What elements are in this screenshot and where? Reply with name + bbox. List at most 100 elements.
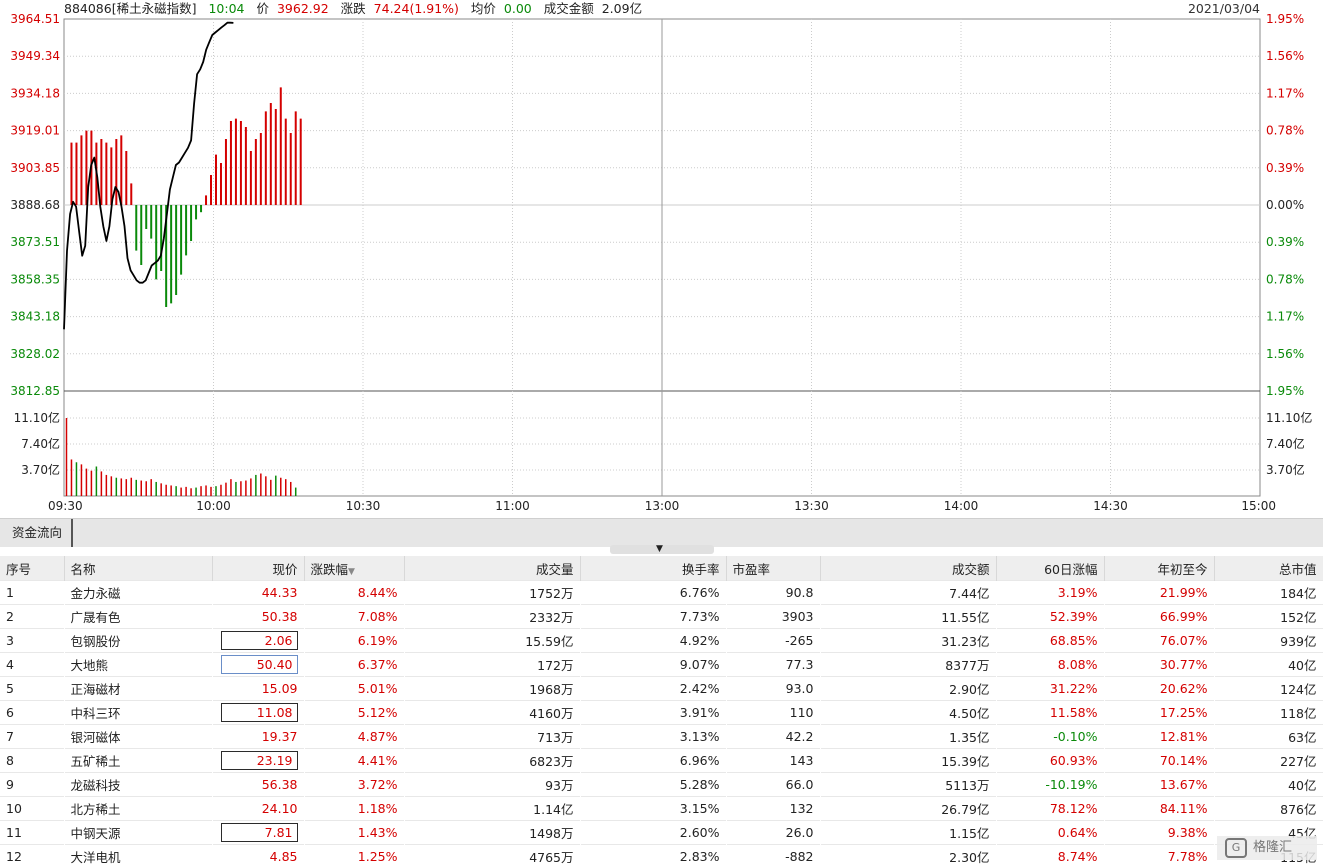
cell-ytd: 7.78% — [1104, 845, 1214, 868]
cell-no: 7 — [0, 725, 64, 749]
table-row[interactable]: 9龙磁科技56.383.72%93万5.28%66.05113万-10.19%1… — [0, 773, 1323, 797]
cell-turnover-rate: 4.92% — [580, 629, 726, 653]
pct-tick-label: 0.39% — [1266, 235, 1304, 249]
table-row[interactable]: 3包钢股份2.066.19%15.59亿4.92%-26531.23亿68.85… — [0, 629, 1323, 653]
col-header-volume[interactable]: 成交量 — [404, 556, 580, 581]
cell-ytd: 21.99% — [1104, 581, 1214, 605]
cell-price: 2.06 — [212, 629, 304, 653]
col-header-no[interactable]: 序号 — [0, 556, 64, 581]
cell-amount: 26.79亿 — [820, 797, 996, 821]
cell-ytd: 76.07% — [1104, 629, 1214, 653]
col-header-mcap[interactable]: 总市值 — [1214, 556, 1323, 581]
y-tick-label: 3858.35 — [10, 272, 60, 286]
table-row[interactable]: 1金力永磁44.338.44%1752万6.76%90.87.44亿3.19%2… — [0, 581, 1323, 605]
intraday-chart[interactable]: 3964.511.95%3949.341.56%3934.181.17%3919… — [0, 0, 1323, 518]
col-header-pe[interactable]: 市盈率 — [726, 556, 820, 581]
pct-tick-label: 1.95% — [1266, 384, 1304, 398]
table-row[interactable]: 12大洋电机4.851.25%4765万2.83%-8822.30亿8.74%7… — [0, 845, 1323, 868]
volume-tick-label: 7.40亿 — [21, 436, 60, 451]
cell-price-value: 11.08 — [221, 703, 298, 722]
cell-volume: 713万 — [404, 725, 580, 749]
cell-change-pct: 1.18% — [304, 797, 404, 821]
cell-change-pct: 1.25% — [304, 845, 404, 868]
table-row[interactable]: 11中钢天源7.811.43%1498万2.60%26.01.15亿0.64%9… — [0, 821, 1323, 845]
cell-change-pct: 5.01% — [304, 677, 404, 701]
cell-price: 19.37 — [212, 725, 304, 749]
x-tick-label: 14:00 — [944, 499, 979, 513]
cell-amount: 1.35亿 — [820, 725, 996, 749]
cell-name: 中钢天源 — [64, 821, 212, 845]
panel-collapse-toggle[interactable]: ▼ — [610, 545, 714, 554]
cell-volume: 1752万 — [404, 581, 580, 605]
y-tick-label: 3964.51 — [10, 12, 60, 26]
col-header-price[interactable]: 现价 — [212, 556, 304, 581]
col-header-60d[interactable]: 60日涨幅 — [996, 556, 1104, 581]
table-row[interactable]: 5正海磁材15.095.01%1968万2.42%93.02.90亿31.22%… — [0, 677, 1323, 701]
cell-amount: 4.50亿 — [820, 701, 996, 725]
table-row[interactable]: 4大地熊50.406.37%172万9.07%77.38377万8.08%30.… — [0, 653, 1323, 677]
cell-pe: -882 — [726, 845, 820, 868]
y-tick-label: 3812.85 — [10, 384, 60, 398]
table-row[interactable]: 10北方稀土24.101.18%1.14亿3.15%13226.79亿78.12… — [0, 797, 1323, 821]
y-tick-label: 3919.01 — [10, 124, 60, 138]
cell-price-value: 23.19 — [221, 751, 298, 770]
cell-amount: 1.15亿 — [820, 821, 996, 845]
cell-amount: 11.55亿 — [820, 605, 996, 629]
cell-turnover-rate: 2.83% — [580, 845, 726, 868]
cell-ytd: 13.67% — [1104, 773, 1214, 797]
constituents-table: 序号 名称 现价 涨跌幅▼ 成交量 换手率 市盈率 成交额 60日涨幅 年初至今… — [0, 556, 1323, 868]
cell-volume: 6823万 — [404, 749, 580, 773]
volume-tick-label: 3.70亿 — [21, 462, 60, 477]
cell-pe: 93.0 — [726, 677, 820, 701]
col-header-turnover-rate[interactable]: 换手率 — [580, 556, 726, 581]
x-tick-label: 10:30 — [346, 499, 381, 513]
cell-no: 11 — [0, 821, 64, 845]
cell-pe: 132 — [726, 797, 820, 821]
cell-pe: -265 — [726, 629, 820, 653]
cell-price: 11.08 — [212, 701, 304, 725]
cell-change-pct: 6.19% — [304, 629, 404, 653]
cell-change-pct: 4.41% — [304, 749, 404, 773]
cell-turnover-rate: 3.91% — [580, 701, 726, 725]
cell-ytd: 12.81% — [1104, 725, 1214, 749]
col-header-amount[interactable]: 成交额 — [820, 556, 996, 581]
table-row[interactable]: 2广晟有色50.387.08%2332万7.73%390311.55亿52.39… — [0, 605, 1323, 629]
table-row[interactable]: 6中科三环11.085.12%4160万3.91%1104.50亿11.58%1… — [0, 701, 1323, 725]
tab-capital-flow[interactable]: 资金流向 — [0, 519, 73, 547]
cell-name: 银河磁体 — [64, 725, 212, 749]
col-header-change-pct[interactable]: 涨跌幅▼ — [304, 556, 404, 581]
cell-amount: 7.44亿 — [820, 581, 996, 605]
cell-pe: 90.8 — [726, 581, 820, 605]
price-line — [64, 23, 233, 330]
table-row[interactable]: 8五矿稀土23.194.41%6823万6.96%14315.39亿60.93%… — [0, 749, 1323, 773]
cell-price-value: 50.40 — [221, 655, 298, 674]
col-header-ytd[interactable]: 年初至今 — [1104, 556, 1214, 581]
cell-price: 23.19 — [212, 749, 304, 773]
pct-tick-label: 0.39% — [1266, 161, 1304, 175]
cell-mcap: 118亿 — [1214, 701, 1323, 725]
cell-price: 4.85 — [212, 845, 304, 868]
cell-no: 10 — [0, 797, 64, 821]
cell-no: 8 — [0, 749, 64, 773]
watermark-text: 格隆汇 — [1253, 840, 1292, 855]
cell-change-pct: 6.37% — [304, 653, 404, 677]
cell-volume: 4765万 — [404, 845, 580, 868]
cell-amount: 2.30亿 — [820, 845, 996, 868]
cell-pe: 3903 — [726, 605, 820, 629]
cell-mcap: 152亿 — [1214, 605, 1323, 629]
cell-pe: 143 — [726, 749, 820, 773]
cell-60d: 60.93% — [996, 749, 1104, 773]
x-tick-label: 09:30 — [48, 499, 83, 513]
cell-pe: 110 — [726, 701, 820, 725]
cell-price: 24.10 — [212, 797, 304, 821]
cell-no: 12 — [0, 845, 64, 868]
cell-turnover-rate: 9.07% — [580, 653, 726, 677]
cell-ytd: 20.62% — [1104, 677, 1214, 701]
cell-60d: 3.19% — [996, 581, 1104, 605]
pct-tick-label: 1.56% — [1266, 347, 1304, 361]
table-row[interactable]: 7银河磁体19.374.87%713万3.13%42.21.35亿-0.10%1… — [0, 725, 1323, 749]
col-header-name[interactable]: 名称 — [64, 556, 212, 581]
volume-tick-label: 11.10亿 — [14, 410, 60, 425]
pct-tick-label: 0.78% — [1266, 272, 1304, 286]
cell-name: 正海磁材 — [64, 677, 212, 701]
